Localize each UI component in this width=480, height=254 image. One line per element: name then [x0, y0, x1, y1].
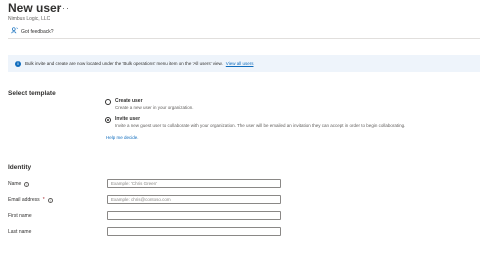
- identity-heading: Identity: [8, 164, 32, 171]
- info-message-text: Bulk invite and create are now located u…: [25, 61, 223, 66]
- required-asterisk: *: [42, 197, 45, 203]
- email-label-text: Email address: [8, 197, 40, 203]
- more-options-button[interactable]: ···: [58, 3, 70, 13]
- last-name-field-label: Last name: [8, 229, 31, 235]
- email-input[interactable]: [107, 195, 281, 204]
- first-name-field-label: First name: [8, 213, 32, 219]
- info-icon[interactable]: i: [47, 197, 53, 203]
- header-divider: [8, 38, 480, 39]
- invite-user-description: Invite a new guest user to collaborate w…: [115, 123, 406, 128]
- info-icon[interactable]: i: [24, 181, 30, 187]
- feedback-label: Got feedback?: [21, 28, 54, 35]
- feedback-person-icon: [11, 27, 18, 36]
- info-message-bar: i Bulk invite and create are now located…: [8, 55, 480, 72]
- info-icon: i: [15, 60, 21, 67]
- select-template-heading: Select template: [8, 90, 56, 97]
- name-field-label: Name i: [8, 181, 30, 187]
- create-user-option[interactable]: Create user Create a new user in your or…: [105, 98, 194, 110]
- first-name-input[interactable]: [107, 211, 281, 220]
- last-name-label-text: Last name: [8, 229, 32, 235]
- create-user-description: Create a new user in your organization.: [115, 105, 194, 110]
- help-me-decide-link[interactable]: Help me decide.: [106, 135, 139, 140]
- invite-user-radio[interactable]: [105, 117, 111, 123]
- invite-user-option[interactable]: Invite user Invite a new guest user to c…: [105, 116, 405, 128]
- view-all-users-link[interactable]: View all users: [226, 61, 254, 66]
- first-name-label-text: First name: [8, 213, 32, 219]
- name-input[interactable]: [107, 179, 281, 188]
- name-label-text: Name: [8, 181, 22, 187]
- create-user-label: Create user: [115, 98, 143, 104]
- feedback-button[interactable]: Got feedback?: [11, 27, 54, 36]
- invite-user-label: Invite user: [115, 116, 141, 122]
- email-field-label: Email address * i: [8, 197, 53, 203]
- page-title: New user: [8, 1, 62, 15]
- create-user-radio[interactable]: [105, 99, 111, 105]
- last-name-input[interactable]: [107, 227, 281, 236]
- organization-name: Nimbus Logic, LLC: [8, 16, 51, 22]
